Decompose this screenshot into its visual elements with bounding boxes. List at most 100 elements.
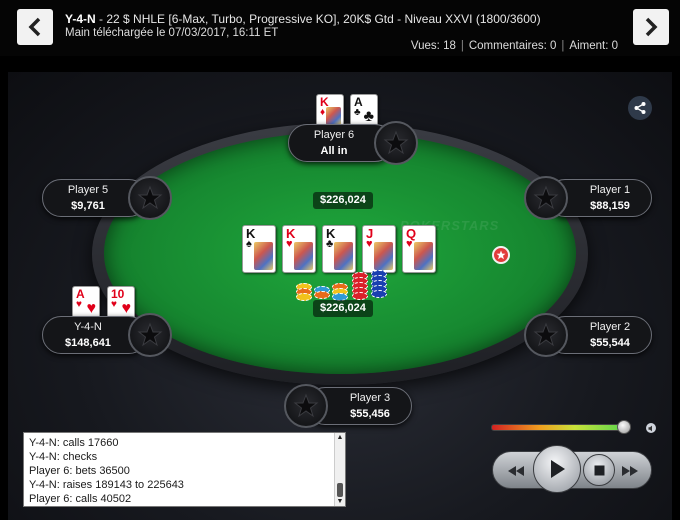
card-suit: ♥ [111,299,117,310]
player-stack: $88,159 [590,200,630,212]
chip [296,293,312,301]
scroll-up-icon[interactable]: ▲ [336,434,344,441]
volume-slider[interactable] [491,420,639,434]
hand-title: Y-4-N - 22 $ NHLE [6-Max, Turbo, Progres… [65,12,541,26]
log-lines: Y-4-N: calls 17660 Y-4-N: checks Player … [29,436,329,506]
log-scrollbar[interactable]: ▲ ▼ [334,433,345,506]
player-avatar [128,176,172,220]
action-log[interactable]: Y-4-N: calls 17660 Y-4-N: checks Player … [23,432,346,507]
hand-stats: Vues: 18 | Commentaires: 0 | Aiment: 0 [411,40,618,52]
player-name: Player 5 [67,184,109,196]
log-line: Player 6: bets 36500 [29,465,130,477]
player-stack: $55,456 [350,408,390,420]
player-avatar [374,121,418,165]
card-suit: ♣ [326,238,334,250]
chevron-left-icon [28,17,41,37]
card-face-art [374,242,393,270]
stats-separator: | [561,40,565,52]
card-face-art [326,107,341,125]
volume-track[interactable] [491,424,631,431]
play-icon [551,460,565,478]
log-line: Player 6: calls 40502 [29,493,132,505]
seat-hero[interactable]: Y-4-N $148,641 [42,313,172,357]
scroll-down-icon[interactable]: ▼ [336,498,344,505]
board-card-2: K ♥ [282,225,316,273]
player6-card-2: A ♣ ♣ [350,94,378,128]
pot-total: $226,024 [313,192,373,209]
player-name: Player 3 [349,392,391,404]
seat-player3[interactable]: Player 3 $55,456 [284,384,414,428]
log-line: Y-4-N: checks [29,451,98,463]
scroll-thumb[interactable] [337,483,343,497]
player-stack: All in [320,145,348,157]
hand-header: Y-4-N - 22 $ NHLE [6-Max, Turbo, Progres… [0,0,680,56]
card-suit: ♠ [246,238,252,250]
pokerstars-star-icon [383,130,409,155]
chip [352,292,368,300]
rewind-button[interactable] [501,461,531,481]
player-name: Player 1 [589,184,631,196]
seat-player6[interactable]: Player 6 All in [288,121,418,165]
player-name: Player 2 [589,321,631,333]
card-suit: ♥ [76,299,82,310]
stop-icon [594,465,604,475]
comments-count: Commentaires: 0 [468,40,557,52]
player6-card-1: K ♦ [316,94,344,128]
card-pip: ♣ [363,108,375,125]
board-card-5: Q ♥ [402,225,436,273]
dealer-star-icon [496,250,506,260]
hero-card-2: 10 ♥ ♥ [107,286,135,320]
player-avatar [524,313,568,357]
card-suit: ♥ [406,238,413,250]
card-suit: ♥ [366,238,373,250]
tournament-description: - 22 $ NHLE [6-Max, Turbo, Progressive K… [95,12,541,26]
seat-player5[interactable]: Player 5 $9,761 [42,176,172,220]
card-suit: ♥ [286,238,293,250]
player-avatar [284,384,328,428]
card-suit: ♦ [320,107,326,118]
player-stack: $9,761 [71,200,105,212]
board-card-1: K ♠ [242,225,276,273]
rewind-icon [508,466,524,476]
pokerstars-star-icon [293,393,319,418]
seat-player2[interactable]: Player 2 $55,544 [524,313,654,357]
next-hand-button[interactable] [633,9,669,45]
log-line: Y-4-N: calls 17660 [29,437,119,449]
player-name: Player 6 [313,129,355,141]
card-face-art [414,242,433,270]
share-button[interactable] [628,96,652,120]
player-name: Y-4-N [74,321,102,333]
pot-main: $226,024 [313,300,373,317]
card-face-art [294,242,313,270]
pokerstars-star-icon [533,322,559,347]
views-count: Vues: 18 [410,40,456,52]
player-stack: $55,544 [590,337,630,349]
likes-count: Aiment: 0 [569,40,618,52]
player-stack: $148,641 [65,337,111,349]
card-suit: ♣ [354,107,361,118]
replay-controls [492,445,652,493]
volume-knob[interactable] [617,420,631,434]
fast-forward-button[interactable] [615,461,645,481]
board-card-3: K ♣ [322,225,356,273]
seat-player1[interactable]: Player 1 $88,159 [524,176,654,220]
chip [371,290,387,298]
play-button[interactable] [533,445,581,493]
speaker-icon[interactable] [646,423,656,433]
card-face-art [334,242,353,270]
card-pip: ♥ [86,300,97,317]
card-face-art [254,242,273,270]
player-avatar [524,176,568,220]
stop-button[interactable] [583,454,615,486]
hero-name: Y-4-N [65,12,96,26]
previous-hand-button[interactable] [17,9,53,45]
player-avatar [128,313,172,357]
dealer-button [492,246,510,264]
pokerstars-star-icon [137,322,163,347]
chip [314,291,330,299]
pokerstars-star-icon [137,185,163,210]
speaker-glyph [648,425,652,431]
hero-card-1: A ♥ ♥ [72,286,100,320]
pokerstars-star-icon [533,185,559,210]
board-card-4: J ♥ [362,225,396,273]
